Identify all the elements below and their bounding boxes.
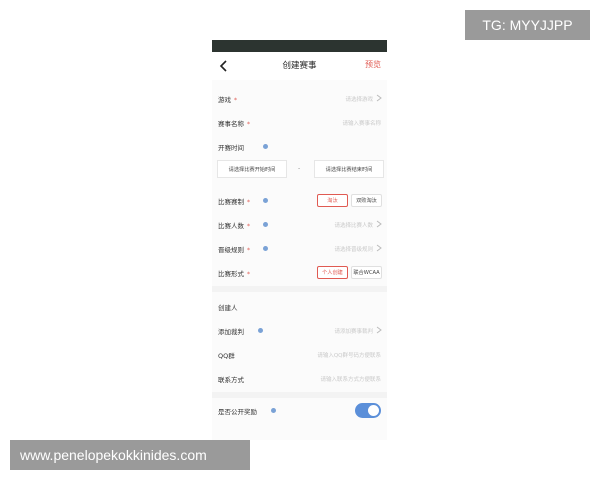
- info-icon[interactable]: [263, 144, 268, 149]
- referee-row[interactable]: 添加裁判 请添加赛事裁判: [212, 320, 387, 342]
- name-label: 赛事名称: [218, 120, 244, 128]
- info-icon[interactable]: [263, 198, 268, 203]
- required-mark: *: [247, 247, 250, 254]
- public-reward-row: 是否公开奖励: [212, 400, 387, 422]
- advance-placeholder: 请选择晋级规则: [334, 247, 373, 253]
- public-reward-toggle[interactable]: [355, 403, 381, 418]
- contact-label: 联系方式: [218, 376, 244, 384]
- advance-row[interactable]: 晋级规则 * 请选择晋级规则: [212, 238, 387, 260]
- watermark-top: TG: MYYJJPP: [465, 10, 590, 40]
- info-icon[interactable]: [271, 408, 276, 413]
- watermark-bottom: www.penelopekokkinides.com: [10, 440, 250, 470]
- required-mark: *: [247, 271, 250, 278]
- public-reward-label: 是否公开奖励: [218, 408, 257, 416]
- format-option-knockout[interactable]: 淘汰: [317, 194, 348, 207]
- preview-button[interactable]: 预览: [365, 59, 381, 70]
- phone-screen: 创建赛事 预览 游戏 * 请选择游戏 赛事名称 * 请输入赛事名称 开赛时间 请选择…: [212, 40, 387, 440]
- info-icon[interactable]: [263, 246, 268, 251]
- section-divider: [212, 392, 387, 398]
- nav-bar: 创建赛事 预览: [212, 52, 387, 80]
- info-icon[interactable]: [263, 222, 268, 227]
- referee-label: 添加裁判: [218, 328, 244, 336]
- format-row: 比赛赛制 * 淘汰 双败淘汰: [212, 190, 387, 212]
- players-row[interactable]: 比赛人数 * 请选择比赛人数: [212, 214, 387, 236]
- form-type-label: 比赛形式: [218, 270, 244, 278]
- time-label: 开赛时间: [218, 144, 244, 152]
- chevron-right-icon: [376, 220, 382, 228]
- time-separator: -: [298, 165, 301, 172]
- game-placeholder: 请选择游戏: [345, 97, 373, 103]
- referee-placeholder: 请添加赛事裁判: [334, 329, 373, 335]
- form-type-option-personal[interactable]: 个人创建: [317, 266, 348, 279]
- creator-label: 创建人: [218, 304, 238, 312]
- start-time-button[interactable]: 请选择比赛开始时间: [217, 160, 287, 178]
- format-option-double-elim[interactable]: 双败淘汰: [351, 194, 382, 207]
- time-buttons-row: 请选择比赛开始时间 - 请选择比赛结束时间: [212, 158, 387, 180]
- game-row[interactable]: 游戏 * 请选择游戏: [212, 88, 387, 110]
- toggle-knob: [368, 405, 379, 416]
- advance-label: 晋级规则: [218, 246, 244, 254]
- status-bar: [212, 40, 387, 52]
- time-label-row: 开赛时间: [212, 136, 387, 158]
- form: 游戏 * 请选择游戏 赛事名称 * 请输入赛事名称 开赛时间 请选择比赛开始时间 -…: [212, 80, 387, 440]
- section-divider: [212, 286, 387, 292]
- page-title: 创建赛事: [282, 61, 317, 71]
- game-label: 游戏: [218, 96, 231, 104]
- form-type-row: 比赛形式 * 个人创建 联合WCAA: [212, 262, 387, 284]
- info-icon[interactable]: [258, 328, 263, 333]
- chevron-right-icon: [376, 244, 382, 252]
- form-type-option-wcaa[interactable]: 联合WCAA: [351, 266, 382, 279]
- players-label: 比赛人数: [218, 222, 244, 230]
- players-placeholder: 请选择比赛人数: [334, 223, 373, 229]
- format-label: 比赛赛制: [218, 198, 244, 206]
- required-mark: *: [247, 121, 250, 128]
- contact-input[interactable]: 请输入联系方式方便联系: [320, 375, 381, 383]
- qq-row[interactable]: QQ群 请输入QQ群号码方便联系: [212, 344, 387, 366]
- name-input[interactable]: 请输入赛事名称: [342, 119, 381, 127]
- chevron-right-icon: [376, 94, 382, 102]
- end-time-button[interactable]: 请选择比赛结束时间: [314, 160, 384, 178]
- creator-row: 创建人: [212, 296, 387, 318]
- required-mark: *: [247, 199, 250, 206]
- required-mark: *: [247, 223, 250, 230]
- qq-label: QQ群: [218, 352, 235, 360]
- chevron-right-icon: [376, 326, 382, 334]
- name-row[interactable]: 赛事名称 * 请输入赛事名称: [212, 112, 387, 134]
- qq-input[interactable]: 请输入QQ群号码方便联系: [317, 351, 381, 359]
- required-mark: *: [234, 97, 237, 104]
- contact-row[interactable]: 联系方式 请输入联系方式方便联系: [212, 368, 387, 390]
